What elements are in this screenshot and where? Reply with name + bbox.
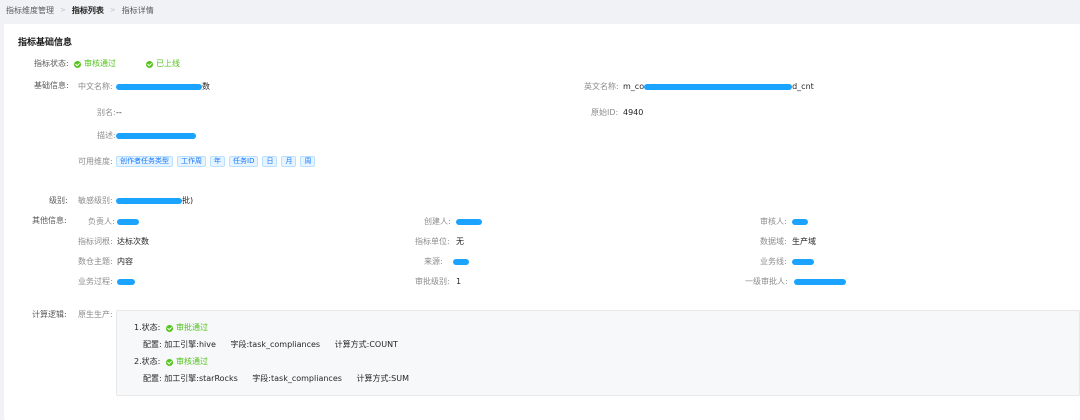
redacted-mark	[453, 258, 469, 265]
dim-tag: 创作者任务类型	[116, 156, 173, 167]
breadcrumb-separator: >	[60, 6, 66, 14]
creator-label: 创建人:	[424, 217, 451, 226]
alias-label: 别名:	[97, 108, 116, 117]
dim-tag: 周	[300, 156, 316, 167]
sensitivity-label: 敏感级别:	[78, 196, 113, 205]
basic-info-label: 基础信息:	[34, 81, 69, 90]
dw-topic-label: 数仓主题:	[78, 257, 113, 266]
redacted-mark	[792, 218, 808, 225]
metric-detail-card: 指标基础信息 指标状态: 审核通过 已上线 基础信息: 中文名称: 数 英文名称…	[4, 24, 1080, 420]
business-line-label: 业务线:	[760, 257, 787, 266]
origin-id-label: 原始ID:	[591, 108, 619, 117]
dw-topic-value: 内容	[117, 257, 133, 266]
breadcrumb-item-metric-detail: 指标详情	[121, 5, 154, 15]
redacted-mark	[116, 197, 182, 204]
alias-value: --	[116, 108, 122, 117]
dim-tag: 年	[210, 156, 225, 167]
dim-tag: 月	[281, 156, 297, 167]
breadcrumb-item-dim-management[interactable]: 指标维度管理	[6, 5, 54, 16]
business-line-value	[792, 257, 814, 267]
desc-value	[116, 131, 196, 141]
check-circle-icon	[74, 60, 81, 68]
logic-entry-1-status-badge: 审批通过	[166, 323, 208, 333]
data-domain-label: 数据域:	[760, 237, 787, 246]
section-title: 指标基础信息	[18, 38, 73, 48]
root-word-label: 指标词根:	[78, 237, 113, 246]
breadcrumb-separator: >	[109, 6, 116, 14]
status-badge-approved: 审核通过	[74, 59, 116, 69]
desc-label: 描述:	[97, 131, 116, 140]
dim-tag: 工作周	[177, 156, 206, 167]
source-label: 来源:	[424, 257, 443, 266]
sensitivity-value: 批)	[116, 196, 193, 206]
approval-level-label: 审批级别:	[415, 277, 450, 286]
en-name-value: m_co d_cnt	[623, 82, 814, 91]
check-circle-icon	[166, 358, 173, 366]
data-domain-value: 生产域	[792, 237, 816, 246]
business-process-label: 业务过程:	[78, 277, 113, 286]
reviewer-value	[792, 217, 808, 227]
other-info-label: 其他信息:	[32, 216, 67, 225]
cn-name-value: 数	[116, 82, 210, 92]
logic-entry-1-config: 配置: 加工引擎:hive 字段:task_compliances 计算方式:C…	[143, 340, 398, 349]
calc-logic-label: 计算逻辑:	[32, 310, 67, 319]
native-production-label: 原生生产:	[78, 310, 113, 319]
creator-value	[456, 217, 482, 227]
status-badge-online: 已上线	[146, 59, 180, 69]
redacted-mark	[117, 218, 139, 225]
logic-entry-2-status-label: 2.状态:	[134, 357, 161, 366]
first-approver-label: 一级审批人:	[745, 277, 788, 286]
dims-label: 可用维度:	[78, 157, 113, 166]
approval-level-value: 1	[456, 277, 462, 286]
dims-tag-list: 创作者任务类型 工作周 年 任务ID 日 月 周	[116, 156, 316, 167]
redacted-mark	[456, 218, 482, 225]
unit-value: 无	[456, 237, 464, 246]
reviewer-label: 审核人:	[760, 217, 787, 226]
dim-tag: 任务ID	[229, 156, 259, 167]
status-label: 指标状态:	[34, 59, 69, 68]
first-approver-value	[794, 277, 846, 287]
redacted-mark	[794, 278, 846, 285]
check-circle-icon	[146, 60, 153, 68]
redacted-mark	[116, 83, 202, 90]
en-name-label: 英文名称:	[584, 82, 619, 91]
unit-label: 指标单位:	[415, 237, 450, 246]
breadcrumb-item-metric-list[interactable]: 指标列表	[72, 5, 104, 16]
business-process-value	[117, 277, 135, 287]
owner-value	[117, 217, 139, 227]
redacted-mark	[792, 258, 814, 265]
calc-logic-panel: 1.状态: 审批通过 配置: 加工引擎:hive 字段:task_complia…	[116, 310, 1080, 396]
owner-label: 负责人:	[88, 217, 115, 226]
redacted-mark	[117, 278, 135, 285]
logic-entry-2-config: 配置: 加工引擎:starRocks 字段:task_compliances 计…	[143, 374, 410, 383]
origin-id-value: 4940	[623, 108, 644, 117]
level-label: 级别:	[49, 196, 68, 205]
logic-entry-2-status-badge: 审核通过	[166, 357, 208, 367]
dim-tag: 日	[262, 156, 278, 167]
source-value	[453, 257, 469, 267]
redacted-mark	[116, 132, 196, 139]
check-circle-icon	[166, 324, 173, 332]
root-word-value: 达标次数	[117, 237, 149, 246]
redacted-mark	[644, 83, 793, 90]
logic-entry-1-status-label: 1.状态:	[134, 323, 161, 332]
cn-name-label: 中文名称:	[78, 82, 113, 91]
breadcrumb: 指标维度管理 > 指标列表 > 指标详情	[6, 5, 154, 15]
